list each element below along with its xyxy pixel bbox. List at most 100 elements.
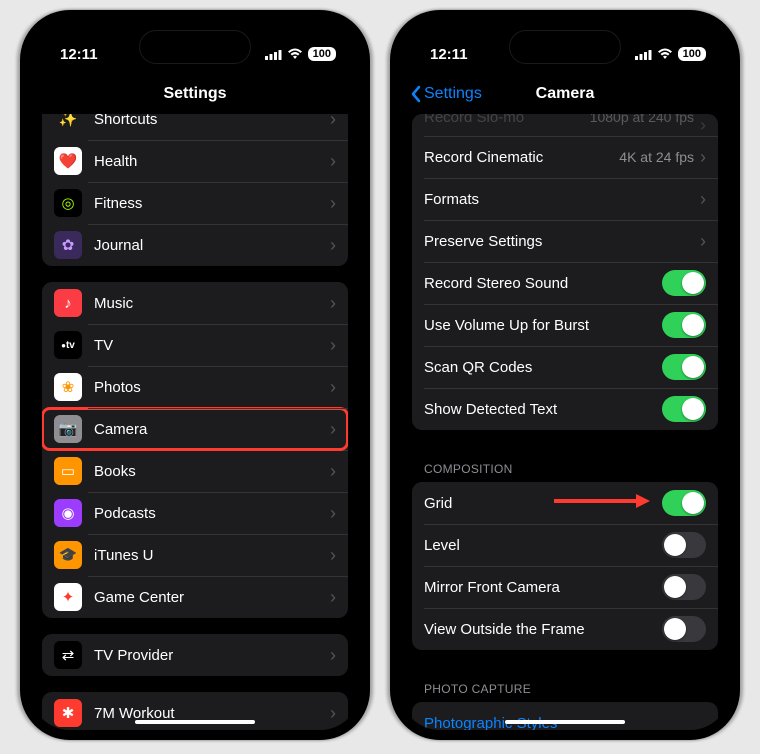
- books-icon: ▭: [54, 457, 82, 485]
- chevron-right-icon: ›: [330, 114, 336, 130]
- health-icon: ❤️: [54, 147, 82, 175]
- row-label: Shortcuts: [94, 114, 330, 128]
- status-time: 12:11: [430, 46, 468, 63]
- battery-icon: 100: [308, 47, 336, 61]
- home-indicator[interactable]: [505, 720, 625, 724]
- chevron-right-icon: ›: [330, 235, 336, 256]
- toggle-switch[interactable]: [662, 270, 706, 296]
- photos-icon: ❀: [54, 373, 82, 401]
- row-label: Scan QR Codes: [424, 359, 662, 376]
- settings-row-7mworkout[interactable]: ✱7M Workout›: [42, 692, 348, 730]
- toggle-switch[interactable]: [662, 490, 706, 516]
- wifi-icon: [287, 48, 303, 60]
- home-indicator[interactable]: [135, 720, 255, 724]
- podcasts-icon: ◉: [54, 499, 82, 527]
- settings-row-camera[interactable]: 📷 Camera›: [42, 408, 348, 450]
- chevron-right-icon: ›: [330, 377, 336, 398]
- row-mirror-front[interactable]: Mirror Front Camera: [412, 566, 718, 608]
- row-grid[interactable]: Grid: [412, 482, 718, 524]
- settings-row-fitness[interactable]: ◎Fitness›: [42, 182, 348, 224]
- chevron-right-icon: ›: [330, 419, 336, 440]
- chevron-right-icon: ›: [330, 461, 336, 482]
- row-label: Game Center: [94, 589, 330, 606]
- row-label: Formats: [424, 191, 700, 208]
- row-record-slomo[interactable]: Record Slo-mo1080p at 240 fps›: [412, 114, 718, 136]
- toggle-switch[interactable]: [662, 532, 706, 558]
- toggle-switch[interactable]: [662, 312, 706, 338]
- chevron-right-icon: ›: [330, 151, 336, 172]
- camera-icon: 📷: [54, 415, 82, 443]
- shortcuts-icon: ✨: [54, 114, 82, 133]
- settings-row-podcasts[interactable]: ◉ Podcasts›: [42, 492, 348, 534]
- back-button[interactable]: Settings: [410, 85, 482, 103]
- row-view-outside[interactable]: View Outside the Frame: [412, 608, 718, 650]
- dynamic-island: [139, 30, 251, 64]
- row-label: TV: [94, 337, 330, 354]
- chevron-right-icon: ›: [330, 703, 336, 724]
- row-label: Record Slo-mo: [424, 114, 590, 126]
- row-label: Books: [94, 463, 330, 480]
- battery-icon: 100: [678, 47, 706, 61]
- row-label: TV Provider: [94, 647, 330, 664]
- row-label: Record Cinematic: [424, 149, 619, 166]
- settings-row-itunesu[interactable]: 🎓iTunes U›: [42, 534, 348, 576]
- wifi-icon: [657, 48, 673, 60]
- settings-row-tv[interactable]: ●tv TV›: [42, 324, 348, 366]
- tvprovider-icon: ⇄: [54, 641, 82, 669]
- row-label: Health: [94, 153, 330, 170]
- itunesu-icon: 🎓: [54, 541, 82, 569]
- row-label: Grid: [424, 495, 662, 512]
- settings-row-gamecenter[interactable]: ✦Game Center›: [42, 576, 348, 618]
- journal-icon: ✿: [54, 231, 82, 259]
- row-label: View Outside the Frame: [424, 621, 662, 638]
- chevron-right-icon: ›: [330, 293, 336, 314]
- settings-row-music[interactable]: ♪Music›: [42, 282, 348, 324]
- settings-row-tvprovider[interactable]: ⇄TV Provider›: [42, 634, 348, 676]
- settings-row-shortcuts[interactable]: ✨ Shortcuts›: [42, 114, 348, 140]
- signal-icon: [635, 49, 652, 60]
- row-label: Use Volume Up for Burst: [424, 317, 662, 334]
- chevron-right-icon: ›: [330, 335, 336, 356]
- toggle-switch[interactable]: [662, 616, 706, 642]
- row-volume-burst[interactable]: Use Volume Up for Burst: [412, 304, 718, 346]
- chevron-right-icon: ›: [700, 147, 706, 168]
- dynamic-island: [509, 30, 621, 64]
- phone-settings: 12:11 100 Settings ✨Shortcuts›❤️Health›◎…: [20, 10, 370, 740]
- row-formats[interactable]: Formats›: [412, 178, 718, 220]
- row-scan-qr[interactable]: Scan QR Codes: [412, 346, 718, 388]
- 7mworkout-icon: ✱: [54, 699, 82, 727]
- row-label: Podcasts: [94, 505, 330, 522]
- toggle-switch[interactable]: [662, 574, 706, 600]
- status-time: 12:11: [60, 46, 98, 63]
- row-record-stereo[interactable]: Record Stereo Sound: [412, 262, 718, 304]
- page-title: Settings: [163, 85, 226, 103]
- chevron-right-icon: ›: [700, 115, 706, 136]
- chevron-right-icon: ›: [700, 189, 706, 210]
- chevron-right-icon: ›: [330, 193, 336, 214]
- row-label: Mirror Front Camera: [424, 579, 662, 596]
- chevron-right-icon: ›: [330, 503, 336, 524]
- row-level[interactable]: Level: [412, 524, 718, 566]
- row-photographic-styles[interactable]: Photographic Styles: [412, 702, 718, 730]
- signal-icon: [265, 49, 282, 60]
- nav-bar: Settings Camera: [400, 74, 730, 114]
- settings-row-journal[interactable]: ✿ Journal›: [42, 224, 348, 266]
- row-label: Journal: [94, 237, 330, 254]
- chevron-right-icon: ›: [700, 231, 706, 252]
- row-label: Record Stereo Sound: [424, 275, 662, 292]
- row-preserve-settings[interactable]: Preserve Settings›: [412, 220, 718, 262]
- settings-row-photos[interactable]: ❀Photos›: [42, 366, 348, 408]
- row-detected-text[interactable]: Show Detected Text: [412, 388, 718, 430]
- toggle-switch[interactable]: [662, 396, 706, 422]
- phone-camera-settings: 12:11 100 Settings Camera Record Slo-mo1…: [390, 10, 740, 740]
- row-record-cinematic[interactable]: Record Cinematic4K at 24 fps ›: [412, 136, 718, 178]
- section-header-photo-capture: PHOTO CAPTURE: [412, 666, 718, 702]
- tv-icon: ●tv: [54, 331, 82, 359]
- row-label: Level: [424, 537, 662, 554]
- row-label: Camera: [94, 421, 330, 438]
- settings-row-books[interactable]: ▭ Books›: [42, 450, 348, 492]
- row-value: 4K at 24 fps: [619, 149, 694, 165]
- chevron-right-icon: ›: [330, 545, 336, 566]
- toggle-switch[interactable]: [662, 354, 706, 380]
- settings-row-health[interactable]: ❤️ Health›: [42, 140, 348, 182]
